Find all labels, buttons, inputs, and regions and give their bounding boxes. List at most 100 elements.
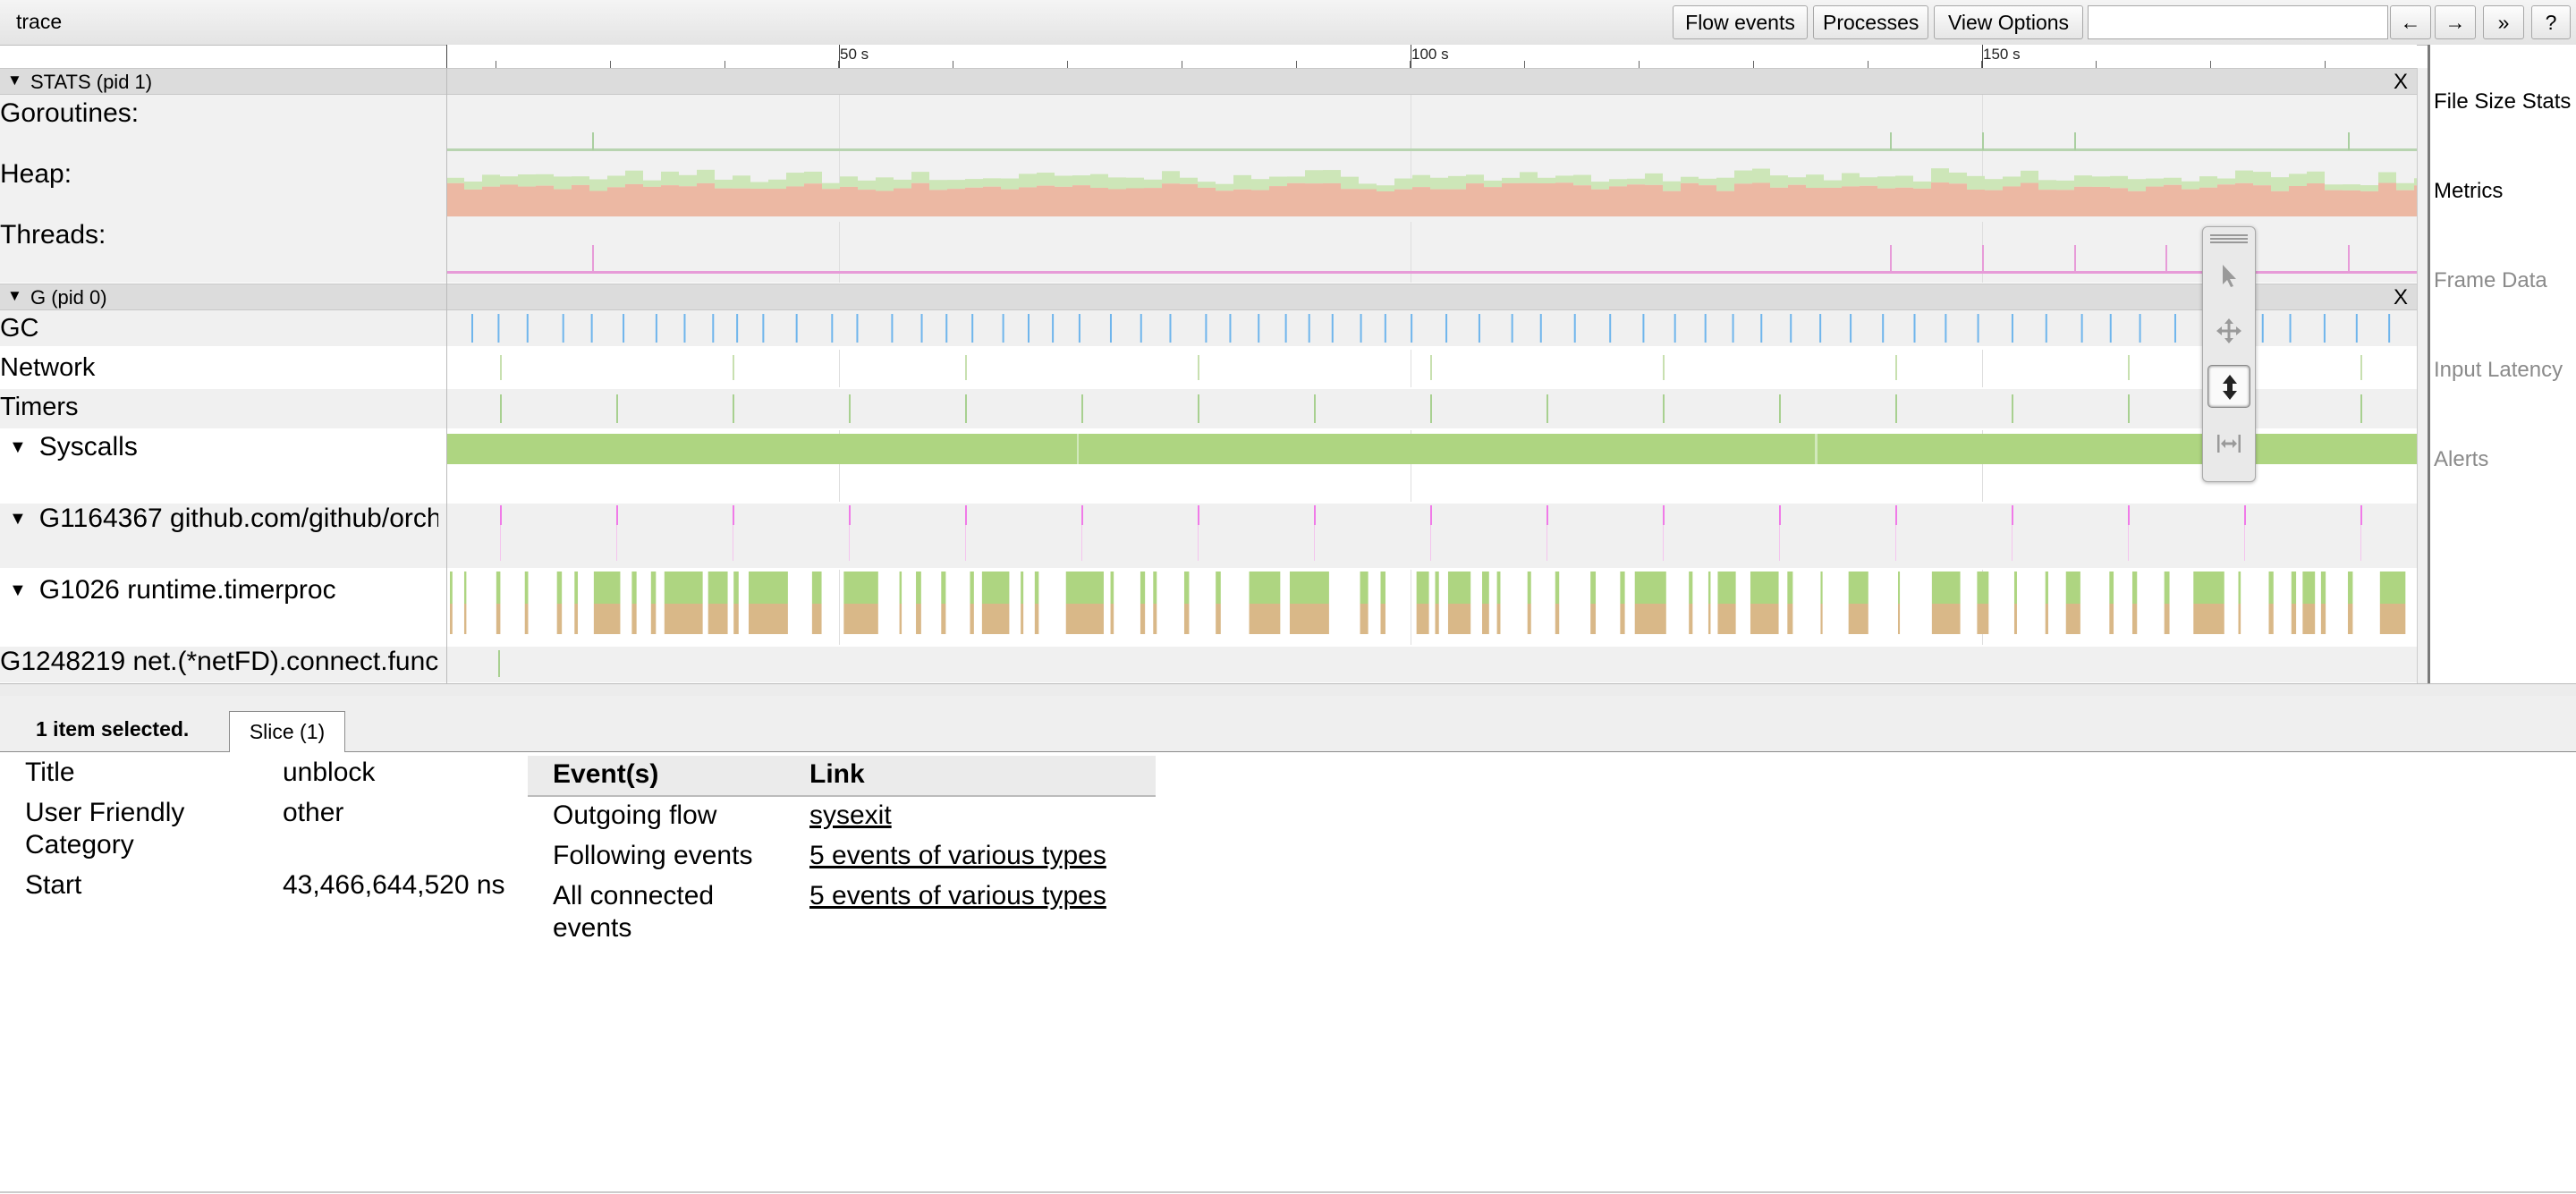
timerproc-waiting-slice[interactable]	[1689, 604, 1693, 634]
heap-in-use-bar[interactable]	[750, 189, 768, 216]
collapse-triangle-icon[interactable]: ▼	[7, 287, 22, 305]
timerproc-running-slice[interactable]	[2164, 572, 2170, 604]
heap-allocated-bar[interactable]	[1502, 177, 1520, 183]
threads-spike[interactable]	[2074, 245, 2076, 272]
timer-slice[interactable]	[1546, 394, 1548, 423]
heap-allocated-bar[interactable]	[661, 171, 679, 186]
gc-slice[interactable]	[2011, 314, 2013, 343]
timerproc-running-slice[interactable]	[1140, 572, 1146, 604]
timerproc-waiting-slice[interactable]	[556, 604, 563, 634]
timerproc-waiting-slice[interactable]	[1380, 604, 1385, 634]
timerproc-running-slice[interactable]	[843, 572, 878, 604]
timerproc-running-slice[interactable]	[916, 572, 921, 604]
heap-in-use-bar[interactable]	[2146, 186, 2164, 216]
heap-allocated-bar[interactable]	[1287, 176, 1305, 183]
heap-allocated-bar[interactable]	[2235, 170, 2253, 183]
heap-counter-track[interactable]	[446, 154, 2417, 216]
timerproc-running-slice[interactable]	[450, 572, 453, 604]
heap-allocated-bar[interactable]	[1591, 182, 1609, 190]
g1164367-track[interactable]	[446, 504, 2417, 568]
gc-slice[interactable]	[1704, 314, 1707, 343]
mouse-mode-selector[interactable]	[2202, 226, 2256, 482]
heap-in-use-bar[interactable]	[1681, 182, 1699, 216]
timing-mode-button[interactable]	[2207, 422, 2250, 465]
timerproc-running-slice[interactable]	[1820, 572, 1823, 604]
heap-allocated-bar[interactable]	[1305, 170, 1323, 184]
heap-in-use-bar[interactable]	[446, 182, 464, 216]
timerproc-running-slice[interactable]	[1555, 572, 1560, 604]
timer-slice[interactable]	[616, 394, 618, 423]
gc-slice[interactable]	[856, 314, 859, 343]
timerproc-waiting-slice[interactable]	[1249, 604, 1281, 634]
heap-allocated-bar[interactable]	[1806, 174, 1824, 189]
goroutine-slice-tail[interactable]	[1663, 525, 1664, 561]
heap-in-use-bar[interactable]	[500, 184, 518, 216]
timer-slice[interactable]	[1314, 394, 1316, 423]
help-button[interactable]: ?	[2531, 5, 2571, 39]
goroutine-slice[interactable]	[733, 505, 734, 525]
side-panel-file-size-stats[interactable]: File Size Stats	[2434, 89, 2571, 114]
goroutine-slice[interactable]	[1198, 505, 1199, 525]
timerproc-running-slice[interactable]	[2238, 572, 2241, 604]
gc-slice[interactable]	[1284, 314, 1287, 343]
timerproc-waiting-slice[interactable]	[1717, 604, 1736, 634]
heap-in-use-bar[interactable]	[1734, 183, 1752, 216]
syscalls-track[interactable]	[446, 430, 2417, 502]
heap-allocated-bar[interactable]	[1448, 175, 1466, 190]
heap-allocated-bar[interactable]	[1001, 178, 1019, 190]
timerproc-running-slice[interactable]	[524, 572, 529, 604]
gc-slice[interactable]	[1169, 314, 1172, 343]
goroutine-slice[interactable]	[1663, 505, 1665, 525]
heap-allocated-bar[interactable]	[2038, 180, 2056, 191]
heap-allocated-bar[interactable]	[750, 182, 768, 190]
gc-slice[interactable]	[1573, 314, 1576, 343]
heap-in-use-bar[interactable]	[2378, 182, 2396, 216]
timerproc-running-slice[interactable]	[1416, 572, 1429, 604]
timerproc-waiting-slice[interactable]	[1360, 604, 1368, 634]
timer-slice[interactable]	[2360, 394, 2362, 423]
heap-in-use-bar[interactable]	[2199, 187, 2217, 216]
heap-in-use-bar[interactable]	[1555, 182, 1573, 216]
heap-allocated-bar[interactable]	[1090, 174, 1108, 189]
heap-in-use-bar[interactable]	[1591, 189, 1609, 216]
gc-slice[interactable]	[1205, 314, 1208, 343]
heap-allocated-bar[interactable]	[1019, 174, 1037, 188]
timerproc-running-slice[interactable]	[1110, 572, 1114, 604]
heap-allocated-bar[interactable]	[1037, 173, 1055, 186]
following-events-link[interactable]: 5 events of various types	[809, 840, 1106, 872]
heap-in-use-bar[interactable]	[2235, 182, 2253, 216]
heap-allocated-bar[interactable]	[1341, 176, 1359, 190]
search-input[interactable]	[2088, 5, 2388, 39]
gc-slice[interactable]	[736, 314, 739, 343]
timerproc-running-slice[interactable]	[1848, 572, 1868, 604]
heap-in-use-bar[interactable]	[2003, 186, 2021, 216]
timerproc-running-slice[interactable]	[1447, 572, 1471, 604]
timers-track[interactable]	[446, 389, 2417, 428]
timerproc-waiting-slice[interactable]	[748, 604, 788, 634]
timerproc-running-slice[interactable]	[2193, 572, 2224, 604]
gc-slice[interactable]	[2289, 314, 2292, 343]
heap-in-use-bar[interactable]	[589, 191, 607, 216]
timerproc-waiting-slice[interactable]	[733, 604, 739, 634]
goroutine-slice-tail[interactable]	[2360, 525, 2361, 561]
timerproc-waiting-slice[interactable]	[1183, 604, 1190, 634]
heap-allocated-bar[interactable]	[1734, 170, 1752, 184]
heap-allocated-bar[interactable]	[858, 180, 876, 191]
heap-allocated-bar[interactable]	[1520, 172, 1538, 183]
gc-slice[interactable]	[795, 314, 798, 343]
timerproc-running-slice[interactable]	[2291, 572, 2297, 604]
heap-allocated-bar[interactable]	[768, 179, 786, 190]
expand-triangle-icon[interactable]: ▼	[9, 509, 27, 529]
heap-in-use-bar[interactable]	[840, 186, 858, 216]
heap-in-use-bar[interactable]	[1538, 182, 1555, 216]
heap-in-use-bar[interactable]	[1806, 188, 1824, 216]
timerproc-running-slice[interactable]	[1527, 572, 1531, 604]
network-slice[interactable]	[1430, 355, 1432, 380]
timerproc-waiting-slice[interactable]	[2131, 604, 2138, 634]
timerproc-running-slice[interactable]	[708, 572, 728, 604]
timerproc-running-slice[interactable]	[1380, 572, 1385, 604]
heap-in-use-bar[interactable]	[1699, 185, 1716, 216]
goroutine-slice[interactable]	[500, 505, 502, 525]
heap-allocated-bar[interactable]	[1609, 179, 1627, 187]
heap-in-use-bar[interactable]	[2164, 184, 2182, 216]
